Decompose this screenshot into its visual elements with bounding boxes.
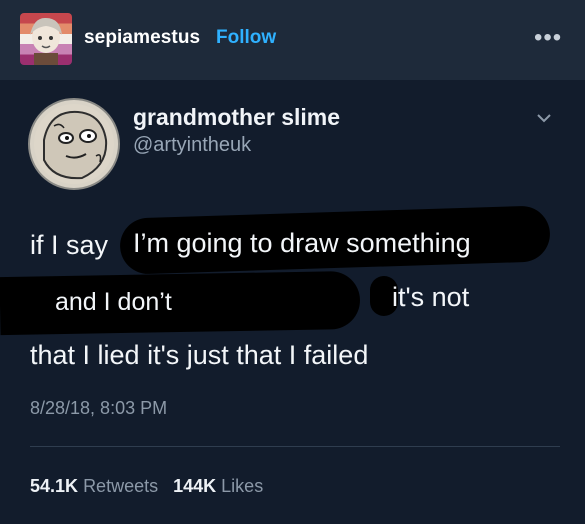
divider <box>30 446 560 447</box>
retweets-count[interactable]: 54.1K <box>30 476 78 496</box>
tweet-text-line: and I don’t <box>55 288 172 316</box>
user-avatar-icon[interactable] <box>20 13 72 65</box>
tweet-text-line: I’m going to draw something <box>133 228 471 258</box>
follow-button[interactable]: Follow <box>216 27 276 49</box>
chevron-down-icon[interactable] <box>536 110 552 126</box>
tweet-text-line: it's not <box>392 282 470 312</box>
username[interactable]: sepiamestus <box>84 27 200 49</box>
tweet-text-line: that I lied it's just that I failed <box>30 340 369 370</box>
likes-label[interactable]: Likes <box>221 476 263 496</box>
tweet-timestamp[interactable]: 8/28/18, 8:03 PM <box>30 398 167 419</box>
tweet-card: grandmother slime @artyintheuk if I say … <box>0 80 585 524</box>
author-avatar-icon[interactable] <box>28 98 120 190</box>
author-handle[interactable]: @artyintheuk <box>133 134 251 157</box>
tweet-stats: 54.1K Retweets 144K Likes <box>30 476 263 497</box>
author-name[interactable]: grandmother slime <box>133 104 340 131</box>
retweets-label[interactable]: Retweets <box>83 476 158 496</box>
tweet-text-line: if I say <box>30 230 109 260</box>
post-header: sepiamestus Follow ••• <box>0 0 585 80</box>
likes-count[interactable]: 144K <box>173 476 216 496</box>
more-options-icon[interactable]: ••• <box>534 24 562 52</box>
